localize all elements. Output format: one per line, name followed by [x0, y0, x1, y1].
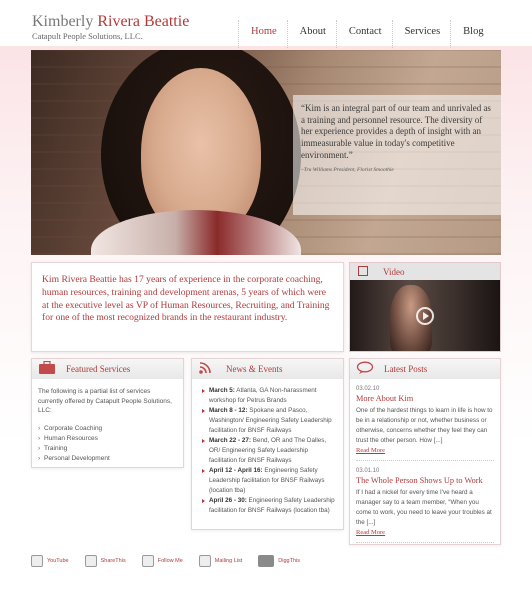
testimonial-box: “Kim is an integral part of our team and…	[293, 95, 501, 215]
video-panel: Video	[349, 262, 501, 352]
service-item[interactable]: Corporate Coaching	[38, 424, 177, 434]
service-item[interactable]: Human Resources	[38, 434, 177, 444]
company-name: Catapult People Solutions, LLC.	[32, 31, 143, 41]
share-icon	[84, 555, 97, 567]
event-date: March 22 - 27:	[209, 437, 251, 444]
follow-me-label: Follow Me	[157, 558, 183, 564]
news-events-header: News & Events	[192, 359, 343, 379]
site-logo[interactable]: Kimberly Rivera Beattie	[32, 13, 189, 31]
testimonial-attribution: –Tru Williams President, Florist Smoothi…	[301, 166, 394, 173]
social-footer: YouTube ShareThis Follow Me Mailing List…	[31, 553, 316, 569]
mailing-list-label: Mailing List	[214, 558, 243, 564]
latest-posts-panel: Latest Posts 03.02.10 More About Kim One…	[349, 358, 501, 545]
featured-services-intro: The following is a partial list of servi…	[38, 388, 172, 414]
service-item[interactable]: Personal Development	[38, 454, 177, 464]
events-list: March 5: Atlanta, GA Non-harassment work…	[192, 379, 343, 516]
nav-home[interactable]: Home	[238, 20, 287, 48]
post-item: 03.01.10 The Whole Person Shows Up to Wo…	[350, 461, 500, 543]
mail-icon	[198, 555, 211, 567]
rss-icon	[199, 362, 211, 374]
main-nav: Home About Contact Services Blog	[238, 20, 494, 48]
event-item: April 12 - April 16: Engineering Safety …	[202, 466, 335, 496]
event-item: March 8 - 12: Spokane and Pasco, Washing…	[202, 406, 335, 436]
digg-icon	[258, 555, 275, 567]
sharethis-label: ShareThis	[100, 558, 126, 564]
youtube-label: YouTube	[47, 558, 69, 564]
event-date: March 5:	[209, 387, 235, 394]
intro-text: Kim Rivera Beattie has 17 years of exper…	[42, 274, 330, 324]
nav-services[interactable]: Services	[391, 20, 451, 48]
services-list: Corporate Coaching Human Resources Train…	[32, 416, 183, 464]
news-events-panel: News & Events March 5: Atlanta, GA Non-h…	[191, 358, 344, 530]
event-date: April 12 - April 16:	[209, 467, 263, 474]
youtube-icon	[31, 555, 43, 567]
video-header: Video	[350, 263, 500, 280]
logo-first-name: Kimberly	[32, 13, 98, 30]
post-item: 03.02.10 More About Kim One of the harde…	[350, 379, 500, 461]
nav-blog[interactable]: Blog	[450, 20, 493, 48]
film-icon	[358, 266, 368, 276]
testimonial-quote: “Kim is an integral part of our team and…	[301, 103, 491, 160]
follow-icon	[141, 555, 154, 567]
post-divider	[356, 542, 494, 543]
news-events-title: News & Events	[226, 364, 283, 374]
read-more-link[interactable]: Read More	[356, 529, 494, 536]
video-title: Video	[383, 267, 405, 277]
logo-last-name: Rivera Beattie	[97, 13, 190, 30]
read-more-link[interactable]: Read More	[356, 447, 494, 454]
speech-bubble-icon	[356, 361, 374, 374]
event-date: March 8 - 12:	[209, 407, 248, 414]
digg-label: DiggThis	[278, 558, 300, 564]
latest-posts-header: Latest Posts	[350, 359, 500, 379]
featured-services-header: Featured Services	[32, 359, 183, 379]
post-excerpt: One of the hardest things to learn in li…	[356, 407, 493, 444]
digg-link[interactable]: DiggThis	[258, 553, 300, 569]
event-item: March 5: Atlanta, GA Non-harassment work…	[202, 386, 335, 406]
briefcase-icon	[39, 361, 55, 374]
post-title-link[interactable]: More About Kim	[356, 394, 494, 403]
play-icon[interactable]	[416, 307, 434, 325]
post-title-link[interactable]: The Whole Person Shows Up to Work	[356, 476, 494, 485]
follow-me-link[interactable]: Follow Me	[141, 553, 183, 569]
post-excerpt: If I had a nickel for every time I've he…	[356, 489, 492, 526]
nav-about[interactable]: About	[286, 20, 336, 48]
service-item[interactable]: Training	[38, 444, 177, 454]
featured-services-panel: Featured Services The following is a par…	[31, 358, 184, 468]
post-date: 03.01.10	[356, 468, 380, 474]
latest-posts-title: Latest Posts	[384, 364, 428, 374]
sharethis-link[interactable]: ShareThis	[84, 553, 126, 569]
post-date: 03.02.10	[356, 386, 380, 392]
hero-banner: “Kim is an integral part of our team and…	[31, 50, 501, 255]
nav-contact[interactable]: Contact	[335, 20, 392, 48]
event-date: April 26 - 30:	[209, 497, 247, 504]
site-header: Kimberly Rivera Beattie Catapult People …	[0, 0, 532, 48]
mailing-list-link[interactable]: Mailing List	[198, 553, 243, 569]
featured-services-title: Featured Services	[66, 364, 131, 374]
event-item: April 26 - 30: Engineering Safety Leader…	[202, 496, 335, 516]
intro-box: Kim Rivera Beattie has 17 years of exper…	[31, 262, 344, 352]
event-item: March 22 - 27: Bend, OR and The Dalles, …	[202, 436, 335, 466]
video-player[interactable]	[350, 280, 500, 351]
youtube-link[interactable]: YouTube	[31, 553, 69, 569]
